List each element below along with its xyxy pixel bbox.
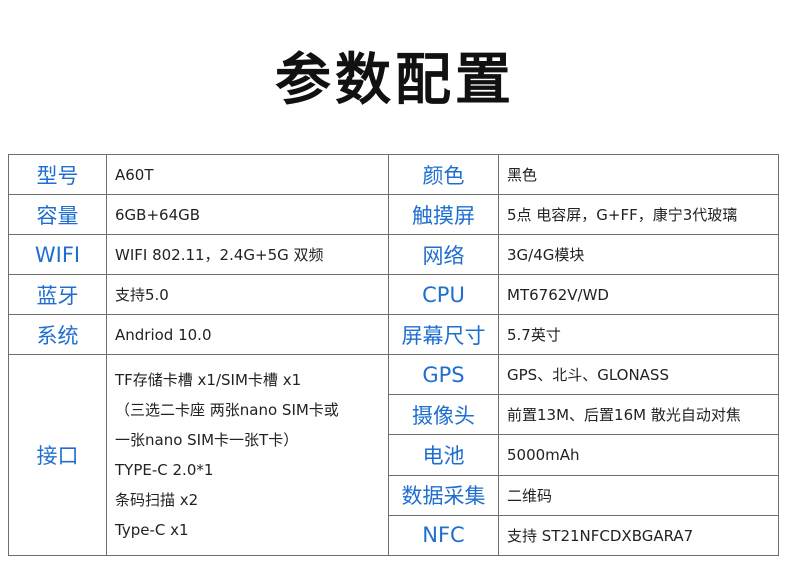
ports-value: TF存储卡槽 x1/SIM卡槽 x1 （三选二卡座 两张nano SIM卡或 一… xyxy=(106,354,389,556)
spec-value: GPS、北斗、GLONASS xyxy=(498,353,779,396)
ports-line: 一张nano SIM卡一张T卡） xyxy=(115,431,299,449)
spec-label: NFC xyxy=(388,514,499,557)
spec-label: 触摸屏 xyxy=(388,194,499,235)
spec-value: Andriod 10.0 xyxy=(106,314,389,355)
spec-label: 容量 xyxy=(8,194,107,235)
ports-line: Type-C x1 xyxy=(115,521,189,539)
table-row: WIFI WIFI 802.11，2.4G+5G 双频 网络 3G/4G模块 xyxy=(8,234,779,275)
spec-value: 5.7英寸 xyxy=(498,314,779,355)
spec-value: 前置13M、后置16M 散光自动对焦 xyxy=(498,394,779,436)
table-row: 蓝牙 支持5.0 CPU MT6762V/WD xyxy=(8,274,779,315)
spec-value: 支持5.0 xyxy=(106,274,389,315)
spec-label: 颜色 xyxy=(388,154,499,195)
table-row: 系统 Andriod 10.0 屏幕尺寸 5.7英寸 xyxy=(8,314,779,355)
spec-label-ports: 接口 xyxy=(8,354,107,556)
spec-value: 黑色 xyxy=(498,154,779,195)
spec-label: 数据采集 xyxy=(388,474,499,516)
spec-value: MT6762V/WD xyxy=(498,274,779,315)
spec-value: 5000mAh xyxy=(498,434,779,476)
spec-value: 5点 电容屏，G+FF，康宁3代玻璃 xyxy=(498,194,779,235)
spec-value: 二维码 xyxy=(498,474,779,516)
spec-label: 型号 xyxy=(8,154,107,195)
table-row: 接口 TF存储卡槽 x1/SIM卡槽 x1 （三选二卡座 两张nano SIM卡… xyxy=(8,353,779,556)
ports-line: （三选二卡座 两张nano SIM卡或 xyxy=(115,401,339,419)
spec-label: GPS xyxy=(388,353,499,396)
ports-line: 条码扫描 x2 xyxy=(115,491,199,509)
spec-value: WIFI 802.11，2.4G+5G 双频 xyxy=(106,234,389,275)
spec-label: CPU xyxy=(388,274,499,315)
spec-value: A60T xyxy=(106,154,389,195)
spec-label: 摄像头 xyxy=(388,394,499,436)
table-row: 型号 A60T 颜色 黑色 xyxy=(8,154,779,195)
page-title: 参数配置 xyxy=(275,48,515,113)
table-row: 容量 6GB+64GB 触摸屏 5点 电容屏，G+FF，康宁3代玻璃 xyxy=(8,194,779,235)
spec-value: 3G/4G模块 xyxy=(498,234,779,275)
ports-line: TYPE-C 2.0*1 xyxy=(115,461,214,479)
spec-value: 6GB+64GB xyxy=(106,194,389,235)
spec-label: 蓝牙 xyxy=(8,274,107,315)
spec-label: 屏幕尺寸 xyxy=(388,314,499,355)
spec-label: 电池 xyxy=(388,434,499,476)
spec-label: WIFI xyxy=(8,234,107,275)
spec-value: 支持 ST21NFCDXBGARA7 xyxy=(498,514,779,557)
spec-label: 网络 xyxy=(388,234,499,275)
spec-label: 系统 xyxy=(8,314,107,355)
ports-line: TF存储卡槽 x1/SIM卡槽 x1 xyxy=(115,371,302,389)
spec-table: 型号 A60T 颜色 黑色 容量 6GB+64GB 触摸屏 5点 电容屏，G+F… xyxy=(8,154,779,557)
